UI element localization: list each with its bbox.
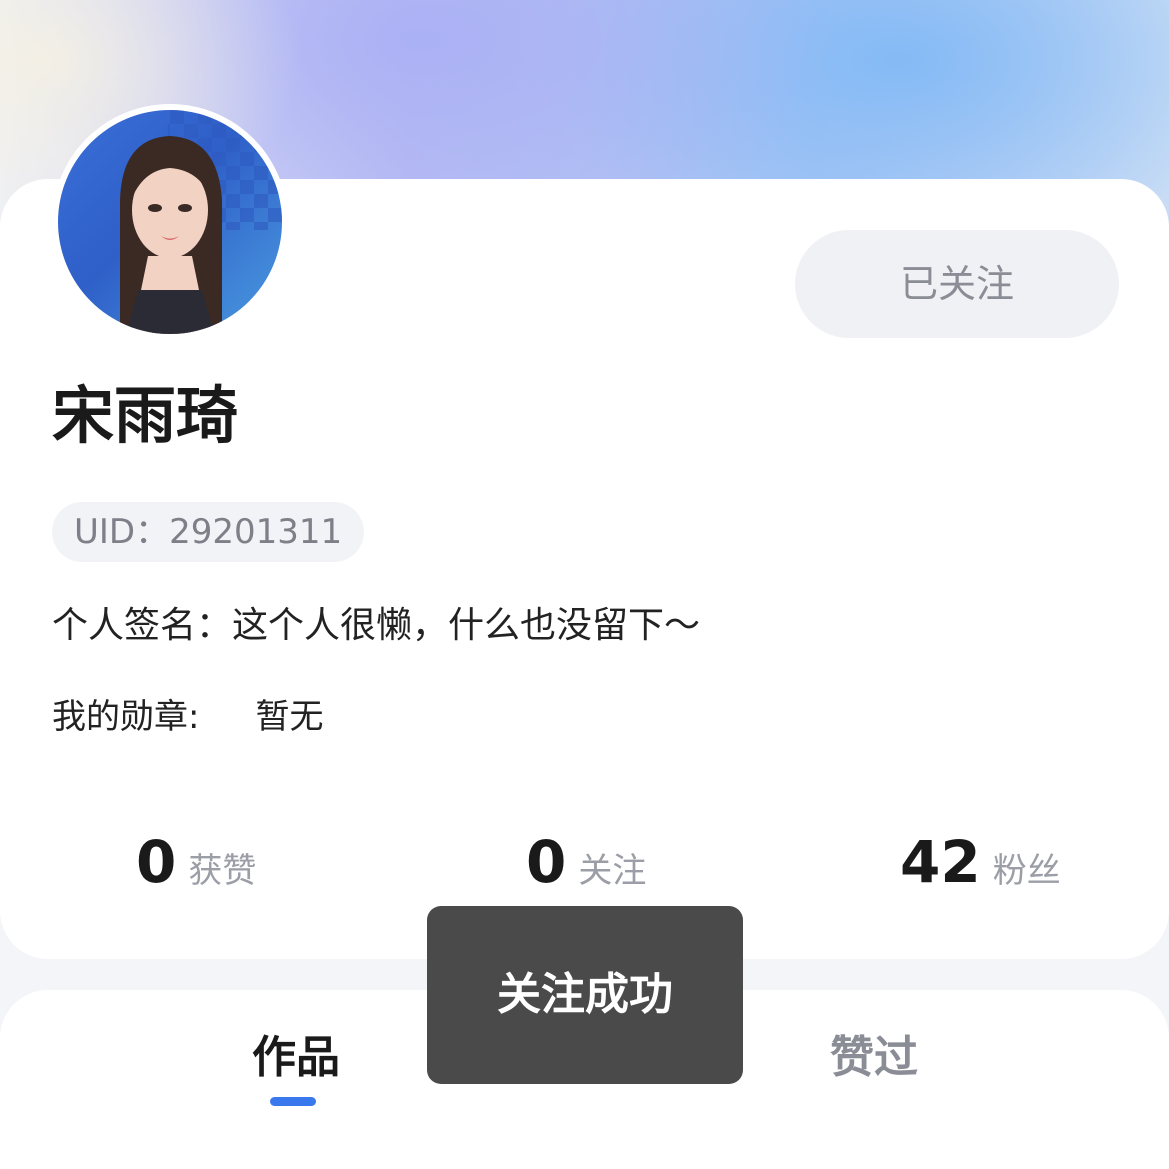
stat-likes[interactable]: 0 获赞 (136, 826, 256, 898)
tab-works[interactable]: 作品 (252, 1028, 340, 1088)
uid-badge: UID：29201311 (52, 502, 365, 562)
user-portrait-icon (58, 110, 282, 334)
signature-text: 个人签名：这个人很懒，什么也没留下～ (52, 605, 701, 646)
followers-label: 粉丝 (992, 851, 1061, 891)
medals-row: 我的勋章: 暂无 (52, 694, 323, 740)
username: 宋雨琦 (52, 379, 239, 452)
likes-count: 0 (136, 828, 177, 896)
stat-followers[interactable]: 42 粉丝 (900, 826, 1061, 898)
following-count: 0 (526, 828, 567, 896)
following-label: 关注 (578, 851, 647, 891)
tab-liked[interactable]: 赞过 (830, 1028, 918, 1088)
active-tab-indicator (270, 1097, 316, 1106)
stat-following[interactable]: 0 关注 (526, 826, 646, 898)
medals-label: 我的勋章: (52, 697, 200, 737)
toast-message: 关注成功 (427, 906, 743, 1084)
followers-count: 42 (900, 828, 981, 896)
avatar[interactable] (52, 104, 288, 340)
likes-label: 获赞 (188, 851, 257, 891)
profile-page: 已关注 宋雨琦 UID：29201311 个人签名：这个人很懒，什么也没留下～ … (0, 0, 1169, 1169)
followed-button[interactable]: 已关注 (795, 230, 1119, 338)
medals-value: 暂无 (255, 697, 324, 737)
